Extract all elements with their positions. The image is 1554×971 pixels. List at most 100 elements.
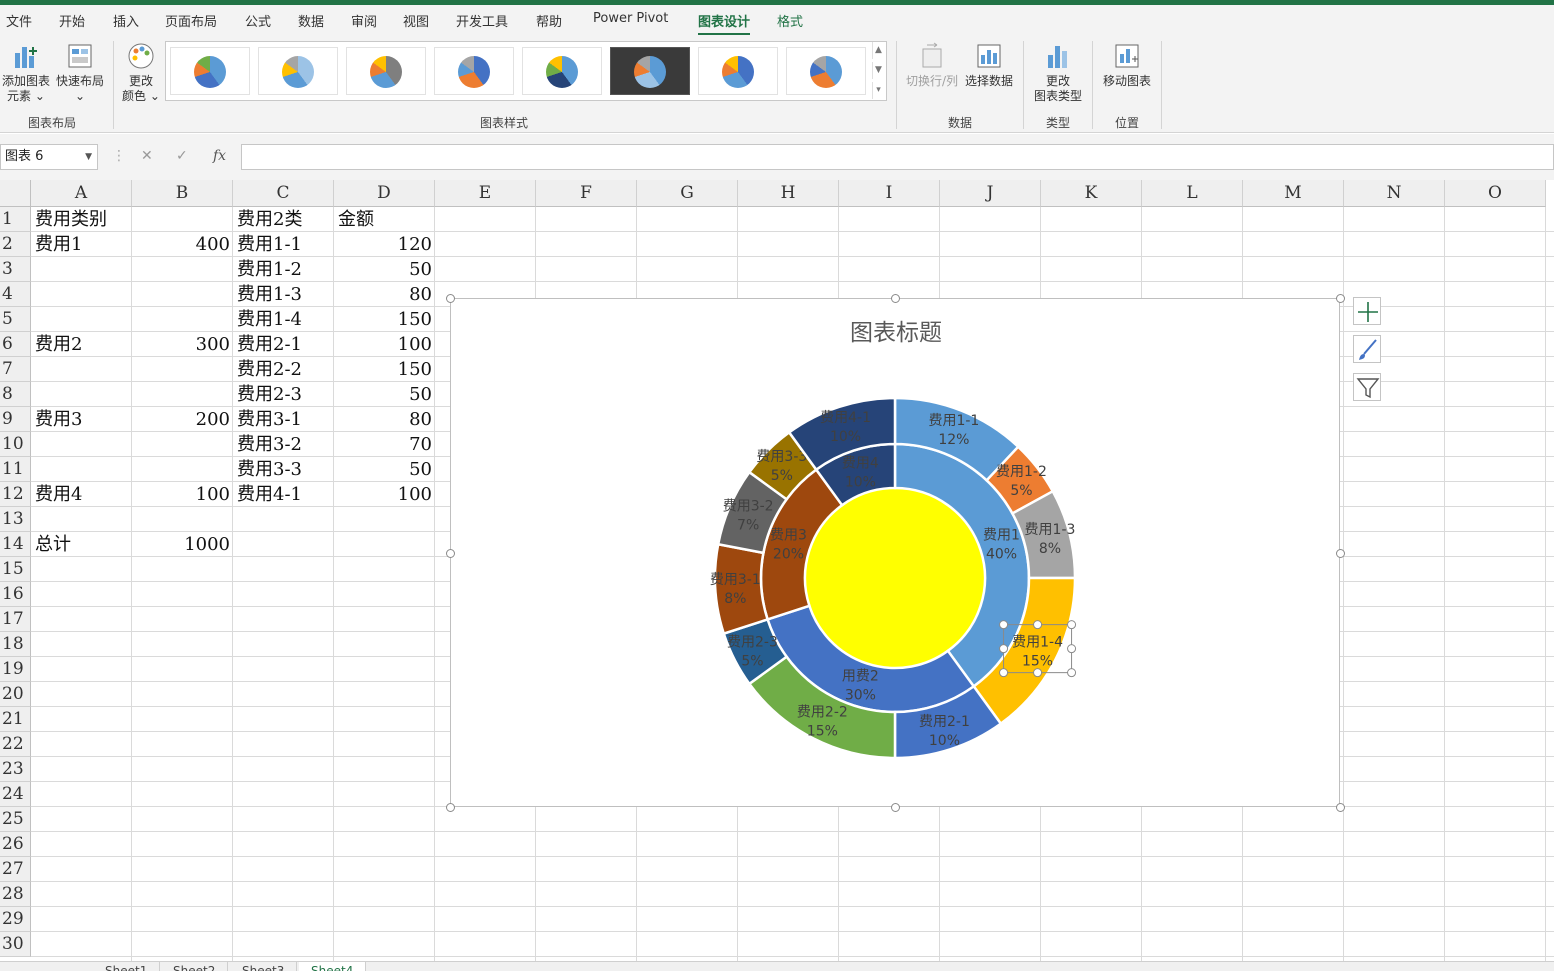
cell-d3[interactable]: 50 bbox=[334, 257, 435, 282]
row-header-9[interactable]: 9 bbox=[0, 407, 31, 432]
cell-c7[interactable]: 费用2-2 bbox=[233, 357, 334, 382]
outer-ring-label-2[interactable]: 费用1-2 bbox=[996, 464, 1047, 480]
column-header-f[interactable]: F bbox=[536, 180, 637, 207]
outer-ring-label-6[interactable]: 费用2-2 bbox=[797, 705, 848, 721]
sheet-tab-3[interactable]: Sheet3 bbox=[230, 962, 298, 971]
chart-filters-button[interactable] bbox=[1353, 373, 1381, 401]
column-header-n[interactable]: N bbox=[1344, 180, 1445, 207]
cell-d2[interactable]: 120 bbox=[334, 232, 435, 257]
row-header-11[interactable]: 11 bbox=[0, 457, 31, 482]
outer-ring-label-11[interactable]: 费用4-1 bbox=[820, 410, 871, 426]
quick-layout-button[interactable]: 快速布局 ⌄ bbox=[54, 41, 106, 104]
cell-c5[interactable]: 费用1-4 bbox=[233, 307, 334, 332]
cell-d4[interactable]: 80 bbox=[334, 282, 435, 307]
chart-resize-handle[interactable] bbox=[1336, 548, 1345, 558]
outer-ring-label-7[interactable]: 费用2-3 bbox=[727, 635, 778, 651]
cell-a2[interactable]: 费用1 bbox=[31, 232, 132, 257]
column-header-a[interactable]: A bbox=[31, 180, 132, 207]
chart-object[interactable]: 图表标题 费用1 40% 用费2 30% 费用3 20% 费用4 10% 费用1-1 12% 费用1… bbox=[446, 294, 1345, 812]
outer-ring-label-4[interactable]: 费用1-4 bbox=[1012, 635, 1063, 651]
row-header-15[interactable]: 15 bbox=[0, 557, 31, 582]
gallery-scroll-up-icon[interactable]: ▲ bbox=[872, 42, 884, 59]
cell-d11[interactable]: 50 bbox=[334, 457, 435, 482]
row-header-7[interactable]: 7 bbox=[0, 357, 31, 382]
cell-c1[interactable]: 费用2类 bbox=[233, 207, 334, 232]
tab-home[interactable]: 开始 bbox=[59, 11, 85, 30]
change-chart-type-button[interactable]: 更改 图表类型 bbox=[1030, 41, 1086, 104]
row-header-28[interactable]: 28 bbox=[0, 882, 31, 907]
cell-b12[interactable]: 100 bbox=[132, 482, 233, 507]
tab-developer[interactable]: 开发工具 bbox=[456, 11, 508, 30]
cell-c8[interactable]: 费用2-3 bbox=[233, 382, 334, 407]
chart-style-7[interactable] bbox=[698, 47, 778, 95]
outer-ring-pct-6[interactable]: 15% bbox=[807, 724, 838, 740]
inner-ring-label-3[interactable]: 费用3 bbox=[770, 527, 807, 543]
chart-styles-button[interactable] bbox=[1353, 335, 1381, 363]
tab-format[interactable]: 格式 bbox=[777, 11, 803, 30]
outer-ring-pct-11[interactable]: 10% bbox=[830, 429, 861, 445]
row-header-6[interactable]: 6 bbox=[0, 332, 31, 357]
column-header-b[interactable]: B bbox=[132, 180, 233, 207]
outer-ring-label-3[interactable]: 费用1-3 bbox=[1025, 522, 1076, 538]
column-header-h[interactable]: H bbox=[738, 180, 839, 207]
chart-style-1[interactable] bbox=[170, 47, 250, 95]
chevron-down-icon[interactable]: ▼ bbox=[85, 145, 92, 169]
row-header-18[interactable]: 18 bbox=[0, 632, 31, 657]
outer-ring-pct-5[interactable]: 10% bbox=[929, 733, 960, 749]
outer-ring-label-10[interactable]: 费用3-3 bbox=[756, 449, 807, 465]
tab-data[interactable]: 数据 bbox=[298, 11, 324, 30]
tab-insert[interactable]: 插入 bbox=[113, 11, 139, 30]
cell-b9[interactable]: 200 bbox=[132, 407, 233, 432]
row-header-2[interactable]: 2 bbox=[0, 232, 31, 257]
row-header-12[interactable]: 12 bbox=[0, 482, 31, 507]
chart-resize-handle[interactable] bbox=[446, 548, 455, 558]
row-header-3[interactable]: 3 bbox=[0, 257, 31, 282]
cell-d12[interactable]: 100 bbox=[334, 482, 435, 507]
cell-a9[interactable]: 费用3 bbox=[31, 407, 132, 432]
tab-file[interactable]: 文件 bbox=[6, 11, 32, 30]
column-header-o[interactable]: O bbox=[1445, 180, 1546, 207]
outer-ring-label-8[interactable]: 费用3-1 bbox=[710, 572, 761, 588]
chart-style-3[interactable] bbox=[346, 47, 426, 95]
cell-a12[interactable]: 费用4 bbox=[31, 482, 132, 507]
cell-d10[interactable]: 70 bbox=[334, 432, 435, 457]
outer-ring-pct-7[interactable]: 5% bbox=[741, 654, 763, 670]
cell-a6[interactable]: 费用2 bbox=[31, 332, 132, 357]
sheet-tab-2[interactable]: Sheet2 bbox=[161, 962, 229, 971]
outer-ring-pct-1[interactable]: 12% bbox=[938, 432, 969, 448]
cell-a14[interactable]: 总计 bbox=[31, 532, 132, 557]
outer-ring-pct-3[interactable]: 8% bbox=[1039, 541, 1061, 557]
label-resize-handle[interactable] bbox=[1067, 620, 1077, 630]
cell-d6[interactable]: 100 bbox=[334, 332, 435, 357]
tab-review[interactable]: 审阅 bbox=[351, 11, 377, 30]
inner-ring-pct-1[interactable]: 40% bbox=[986, 546, 1017, 562]
formula-input[interactable] bbox=[241, 144, 1554, 170]
inner-ring-pct-4[interactable]: 10% bbox=[845, 474, 876, 490]
cell-c10[interactable]: 费用3-2 bbox=[233, 432, 334, 457]
label-resize-handle[interactable] bbox=[999, 620, 1009, 630]
cell-c2[interactable]: 费用1-1 bbox=[233, 232, 334, 257]
outer-ring-label-5[interactable]: 费用2-1 bbox=[919, 714, 970, 730]
cell-b2[interactable]: 400 bbox=[132, 232, 233, 257]
row-header-5[interactable]: 5 bbox=[0, 307, 31, 332]
tab-power-pivot[interactable]: Power Pivot bbox=[593, 11, 668, 26]
chart-style-6[interactable] bbox=[610, 47, 690, 95]
cell-d1[interactable]: 金额 bbox=[334, 207, 435, 232]
row-header-14[interactable]: 14 bbox=[0, 532, 31, 557]
outer-ring-label-1[interactable]: 费用1-1 bbox=[928, 413, 979, 429]
cell-c11[interactable]: 费用3-3 bbox=[233, 457, 334, 482]
label-resize-handle[interactable] bbox=[1033, 620, 1043, 630]
name-box[interactable]: 图表 6 ▼ bbox=[0, 144, 98, 170]
cell-c3[interactable]: 费用1-2 bbox=[233, 257, 334, 282]
tab-formulas[interactable]: 公式 bbox=[245, 11, 271, 30]
outer-ring-pct-9[interactable]: 7% bbox=[737, 517, 759, 533]
column-header-c[interactable]: C bbox=[233, 180, 334, 207]
cell-b14[interactable]: 1000 bbox=[132, 532, 233, 557]
tab-view[interactable]: 视图 bbox=[403, 11, 429, 30]
select-data-button[interactable]: 选择数据 bbox=[962, 41, 1016, 89]
row-header-17[interactable]: 17 bbox=[0, 607, 31, 632]
cell-c6[interactable]: 费用2-1 bbox=[233, 332, 334, 357]
switch-row-column-button[interactable]: 切换行/列 bbox=[904, 41, 960, 89]
column-header-e[interactable]: E bbox=[435, 180, 536, 207]
label-resize-handle[interactable] bbox=[1067, 668, 1077, 678]
